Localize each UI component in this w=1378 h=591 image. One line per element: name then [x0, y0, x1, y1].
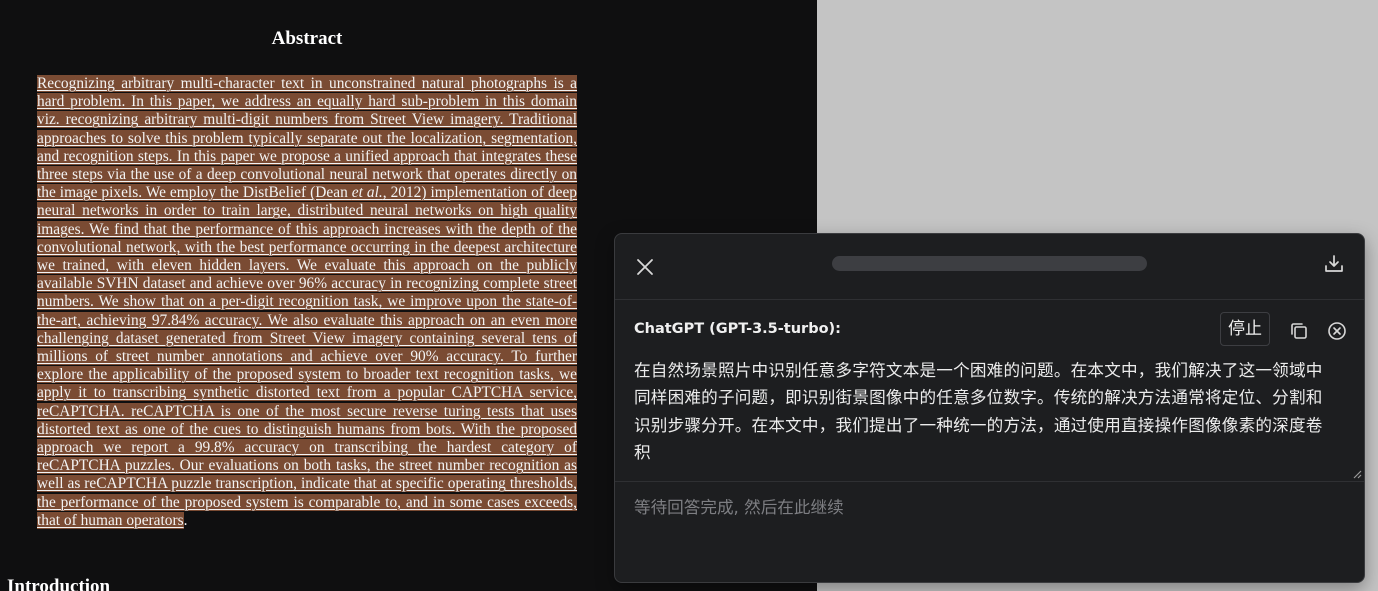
- response-area: ChatGPT (GPT-3.5-turbo): 停止 在自然场景照片中识别任意…: [615, 300, 1364, 482]
- model-label: ChatGPT (GPT-3.5-turbo):: [634, 321, 841, 337]
- response-text: 在自然场景照片中识别任意多字符文本是一个困难的问题。在本文中，我们解决了这一领域…: [634, 361, 1323, 462]
- close-icon[interactable]: [634, 256, 656, 278]
- input-placeholder: 等待回答完成, 然后在此继续: [634, 498, 844, 517]
- stop-button[interactable]: 停止: [1220, 312, 1270, 346]
- followup-input[interactable]: 等待回答完成, 然后在此继续: [615, 482, 1364, 582]
- resize-grip-icon[interactable]: [1352, 469, 1362, 479]
- download-icon[interactable]: [1323, 253, 1345, 275]
- copy-icon[interactable]: [1289, 321, 1309, 341]
- drag-handle[interactable]: [832, 256, 1147, 271]
- translation-panel: ChatGPT (GPT-3.5-turbo): 停止 在自然场景照片中识别任意…: [614, 233, 1365, 583]
- dismiss-circle-icon[interactable]: [1326, 320, 1348, 342]
- abstract-heading: Abstract: [271, 28, 343, 49]
- abstract-text[interactable]: Recognizing arbitrary multi-character te…: [37, 75, 577, 530]
- selected-abstract-text[interactable]: Recognizing arbitrary multi-character te…: [37, 75, 577, 529]
- panel-header[interactable]: [615, 234, 1364, 300]
- introduction-heading: Introduction: [7, 576, 111, 591]
